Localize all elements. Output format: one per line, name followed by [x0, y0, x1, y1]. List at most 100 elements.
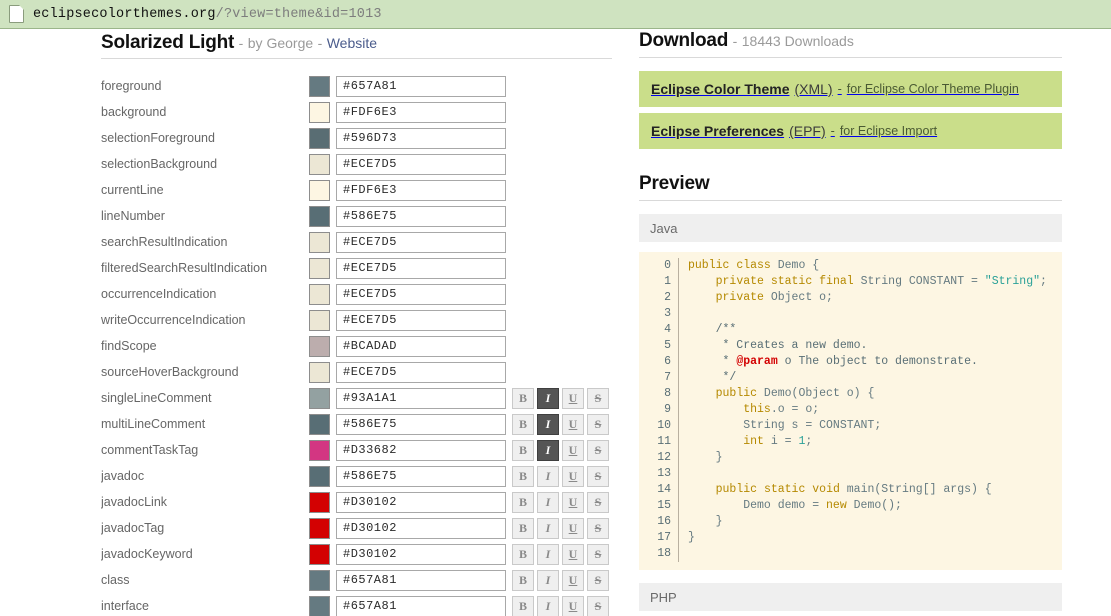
italic-toggle-button[interactable]: I [537, 543, 559, 565]
color-hex-input[interactable]: #ECE7D5 [336, 283, 506, 305]
color-hex-input[interactable]: #D30102 [336, 517, 506, 539]
color-hex-input[interactable]: #93A1A1 [336, 387, 506, 409]
bold-toggle-button[interactable]: B [512, 387, 534, 409]
strikethrough-toggle-button[interactable]: S [587, 569, 609, 591]
underline-toggle-button[interactable]: U [562, 569, 584, 591]
color-swatch[interactable] [309, 101, 330, 123]
color-swatch[interactable] [309, 153, 330, 175]
color-hex-input[interactable]: #586E75 [336, 465, 506, 487]
color-setting-row: writeOccurrenceIndication#ECE7D5BIUS [101, 307, 612, 333]
underline-toggle-button[interactable]: U [562, 491, 584, 513]
color-swatch[interactable] [309, 283, 330, 305]
bold-toggle-button[interactable]: B [512, 413, 534, 435]
color-hex-input[interactable]: #657A81 [336, 75, 506, 97]
color-swatch[interactable] [309, 361, 330, 383]
color-hex-input[interactable]: #586E75 [336, 205, 506, 227]
color-swatch[interactable] [309, 75, 330, 97]
underline-toggle-button[interactable]: U [562, 387, 584, 409]
color-hex-input[interactable]: #657A81 [336, 595, 506, 616]
download-epf-button[interactable]: Eclipse Preferences (EPF) - for Eclipse … [639, 113, 1062, 149]
color-hex-input[interactable]: #ECE7D5 [336, 231, 506, 253]
underline-toggle-button[interactable]: U [562, 595, 584, 616]
color-swatch[interactable] [309, 491, 330, 513]
underline-toggle-button[interactable]: U [562, 413, 584, 435]
preview-language-java[interactable]: Java [639, 214, 1062, 242]
browser-tab[interactable]: eclipsecolorthemes.org/?view=theme&id=10… [0, 0, 1111, 28]
color-hex-input[interactable]: #D33682 [336, 439, 506, 461]
color-hex-input[interactable]: #596D73 [336, 127, 506, 149]
color-hex-input[interactable]: #ECE7D5 [336, 361, 506, 383]
theme-editor-column: Solarized Light - by George - Website fo… [101, 30, 612, 616]
underline-toggle-button[interactable]: U [562, 543, 584, 565]
page-root: eclipsecolorthemes.org/?view=theme&id=10… [0, 0, 1111, 616]
strikethrough-toggle-button[interactable]: S [587, 491, 609, 513]
color-swatch[interactable] [309, 205, 330, 227]
color-setting-label: javadocTag [101, 521, 165, 535]
italic-toggle-button[interactable]: I [537, 491, 559, 513]
italic-toggle-button[interactable]: I [537, 413, 559, 435]
strikethrough-toggle-button[interactable]: S [587, 465, 609, 487]
preview-language-java-label: Java [650, 220, 678, 236]
underline-toggle-button[interactable]: U [562, 517, 584, 539]
italic-toggle-button[interactable]: I [537, 387, 559, 409]
preview-language-php[interactable]: PHP [639, 583, 1062, 611]
bold-toggle-button[interactable]: B [512, 517, 534, 539]
color-setting-label: singleLineComment [101, 391, 212, 405]
italic-toggle-button[interactable]: I [537, 569, 559, 591]
color-swatch[interactable] [309, 595, 330, 616]
color-swatch[interactable] [309, 335, 330, 357]
color-swatch[interactable] [309, 543, 330, 565]
italic-toggle-button[interactable]: I [537, 465, 559, 487]
color-swatch[interactable] [309, 465, 330, 487]
color-swatch[interactable] [309, 179, 330, 201]
bold-toggle-button[interactable]: B [512, 595, 534, 616]
italic-toggle-button[interactable]: I [537, 595, 559, 616]
bold-toggle-button[interactable]: B [512, 569, 534, 591]
color-swatch[interactable] [309, 517, 330, 539]
color-setting-row: findScope#BCADADBIUS [101, 333, 612, 359]
color-hex-input[interactable]: #657A81 [336, 569, 506, 591]
color-setting-row: javadocKeyword #D30102 B I U S [101, 541, 612, 567]
color-hex-input[interactable]: #D30102 [336, 543, 506, 565]
strikethrough-toggle-button[interactable]: S [587, 517, 609, 539]
bold-toggle-button[interactable]: B [512, 439, 534, 461]
italic-toggle-button[interactable]: I [537, 517, 559, 539]
color-swatch[interactable] [309, 413, 330, 435]
strikethrough-toggle-button[interactable]: S [587, 543, 609, 565]
underline-toggle-button[interactable]: U [562, 439, 584, 461]
color-swatch[interactable] [309, 257, 330, 279]
color-hex-input[interactable]: #ECE7D5 [336, 153, 506, 175]
code-body: public class Demo { private static final… [688, 259, 1047, 544]
color-hex-input[interactable]: #FDF6E3 [336, 101, 506, 123]
color-setting-label: class [101, 573, 130, 587]
strikethrough-toggle-button[interactable]: S [587, 595, 609, 616]
strikethrough-toggle-button[interactable]: S [587, 439, 609, 461]
strikethrough-toggle-button[interactable]: S [587, 387, 609, 409]
color-setting-label: filteredSearchResultIndication [101, 261, 268, 275]
underline-toggle-button[interactable]: U [562, 465, 584, 487]
bold-toggle-button[interactable]: B [512, 465, 534, 487]
strikethrough-toggle-button[interactable]: S [587, 413, 609, 435]
color-hex-input[interactable]: #ECE7D5 [336, 257, 506, 279]
page-content: Solarized Light - by George - Website fo… [0, 30, 1111, 616]
color-hex-input[interactable]: #D30102 [336, 491, 506, 513]
color-swatch[interactable] [309, 439, 330, 461]
color-hex-input[interactable]: #ECE7D5 [336, 309, 506, 331]
download-buttons: Eclipse Color Theme (XML) - for Eclipse … [639, 71, 1062, 149]
bold-toggle-button[interactable]: B [512, 491, 534, 513]
color-swatch[interactable] [309, 309, 330, 331]
color-setting-row: javadocTag #D30102 B I U S [101, 515, 612, 541]
font-style-buttons: BIUS [512, 413, 612, 435]
color-swatch[interactable] [309, 387, 330, 409]
color-hex-input[interactable]: #FDF6E3 [336, 179, 506, 201]
color-swatch[interactable] [309, 231, 330, 253]
theme-website-link[interactable]: Website [327, 35, 377, 51]
color-hex-input[interactable]: #BCADAD [336, 335, 506, 357]
italic-toggle-button[interactable]: I [537, 439, 559, 461]
bold-toggle-button[interactable]: B [512, 543, 534, 565]
color-setting-row: selectionBackground#ECE7D5BIUS [101, 151, 612, 177]
color-swatch[interactable] [309, 127, 330, 149]
color-swatch[interactable] [309, 569, 330, 591]
color-hex-input[interactable]: #586E75 [336, 413, 506, 435]
download-xml-button[interactable]: Eclipse Color Theme (XML) - for Eclipse … [639, 71, 1062, 107]
